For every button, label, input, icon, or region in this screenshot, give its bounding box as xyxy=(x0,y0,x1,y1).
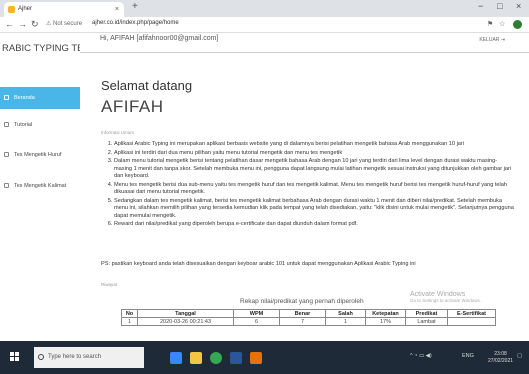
file-explorer-icon[interactable] xyxy=(190,352,202,364)
info-list: Aplikasi Arabic Typing ini merupakan apl… xyxy=(104,141,514,230)
rekap-table: No Tanggal WPM Benar Salah Ketepatan Pre… xyxy=(121,309,496,326)
tab-close-icon[interactable]: × xyxy=(115,2,119,17)
table-cell: 2020-03-26 00:21:43 xyxy=(137,317,234,326)
logout-link[interactable]: KELUAR ⇥ xyxy=(479,37,505,43)
info-item: Menu tes mengetik berisi dua sub-menu ya… xyxy=(114,182,514,197)
back-icon[interactable]: ← xyxy=(5,19,14,29)
taskbar-search-input[interactable]: Type here to search xyxy=(34,347,144,368)
new-tab-button[interactable]: + xyxy=(132,1,138,12)
taskbar-clock[interactable]: 23:08 27/02/2021 xyxy=(488,351,513,365)
column-header: Ketepatan xyxy=(365,309,406,318)
sidebar-item-label: Tes Mengetik Huruf xyxy=(14,152,62,158)
clock-time: 23:08 xyxy=(494,351,507,357)
rekap-title: Rekap nilai/predikat yang pernah diperol… xyxy=(240,298,364,305)
column-header: Salah xyxy=(325,309,366,318)
info-item: Dalam menu tutorial mengetik berisi tent… xyxy=(114,158,514,181)
tray-icons[interactable]: ^ ◔ ▭ ◀) xyxy=(410,353,432,359)
extension-icon[interactable]: ⚑ xyxy=(487,20,493,28)
book-icon xyxy=(4,122,9,127)
username-heading: AFIFAH xyxy=(101,97,164,116)
not-secure-badge[interactable]: ⚠ Not secure xyxy=(46,20,82,27)
forward-icon[interactable]: → xyxy=(18,19,27,29)
column-header: Benar xyxy=(279,309,326,318)
table-cell: 17% xyxy=(365,317,406,326)
window-close-icon[interactable]: × xyxy=(516,1,521,11)
sidebar-item-label: Tes Mengetik Kalimat xyxy=(14,183,67,189)
language-indicator[interactable]: ENG xyxy=(462,353,474,359)
favicon-icon xyxy=(8,6,15,13)
column-header: E-Sertifikat xyxy=(447,309,496,318)
certificate-cell[interactable] xyxy=(447,317,496,326)
top-bar: Hi, AFIFAH [afifahnoor00@gmail.com] KELU… xyxy=(80,33,529,53)
sidebar-item-beranda[interactable]: Beranda xyxy=(0,87,80,109)
sidebar-item-tutorial[interactable]: Tutorial xyxy=(0,117,80,133)
column-header: Tanggal xyxy=(137,309,234,318)
sidebar-item-label: Tutorial xyxy=(14,122,33,128)
chrome-icon[interactable] xyxy=(210,352,222,364)
notification-icon[interactable]: ▢ xyxy=(517,353,522,359)
keyboard-icon xyxy=(4,183,9,188)
sidebar-item-tes-huruf[interactable]: Tes Mengetik Huruf xyxy=(0,147,80,163)
column-header: No xyxy=(121,309,138,318)
keyboard-icon xyxy=(4,152,9,157)
search-placeholder: Type here to search xyxy=(48,354,102,360)
sidebar-item-label: Beranda xyxy=(14,95,35,101)
table-row: 1 2020-03-26 00:21:43 6 7 1 17% Lambat xyxy=(121,317,496,326)
sidebar: RABIC TYPING TEST Beranda Tutorial Tes M… xyxy=(0,33,96,341)
taskbar: Type here to search ^ ◔ ▭ ◀) ENG 23:08 2… xyxy=(0,341,529,374)
task-view-icon[interactable] xyxy=(170,352,182,364)
welcome-heading: Selamat datang xyxy=(101,78,193,93)
address-bar: ← → ↻ ⚠ Not secure ajher.co.id/index.php… xyxy=(0,17,529,33)
home-icon xyxy=(4,95,9,100)
table-cell: 1 xyxy=(121,317,138,326)
watermark-title: Activate Windows xyxy=(410,291,466,298)
info-item: Reward dari nilai/predikat yang diperole… xyxy=(114,221,514,229)
windows-start-icon[interactable] xyxy=(10,352,20,362)
info-label: Informasi Umum xyxy=(101,130,135,135)
word-icon[interactable] xyxy=(230,352,242,364)
browser-tab[interactable]: Ajher × xyxy=(4,2,124,17)
table-cell: 7 xyxy=(279,317,326,326)
activate-windows-watermark: Activate Windows Go to Settings to activ… xyxy=(410,291,481,303)
bookmark-star-icon[interactable]: ☆ xyxy=(499,20,505,28)
profile-avatar[interactable] xyxy=(513,20,522,29)
table-cell: Lambat xyxy=(405,317,448,326)
info-item: Aplikasi Arabic Typing ini merupakan apl… xyxy=(114,141,514,149)
sidebar-item-tes-kalimat[interactable]: Tes Mengetik Kalimat xyxy=(0,178,80,194)
app-icon[interactable] xyxy=(250,352,262,364)
clock-date: 27/02/2021 xyxy=(488,358,514,364)
url-field[interactable]: ajher.co.id/index.php/page/home xyxy=(92,20,179,26)
column-header: WPM xyxy=(233,309,280,318)
ps-note: PS: pastikan keyboard anda telah disesua… xyxy=(101,261,416,267)
browser-tab-bar: Ajher × + − □ × xyxy=(0,0,529,17)
history-label: Riwayat xyxy=(101,282,118,287)
watermark-subtitle: Go to Settings to activate Windows. xyxy=(410,298,482,303)
tab-title: Ajher xyxy=(18,6,33,12)
table-cell: 1 xyxy=(325,317,366,326)
minimize-icon[interactable]: − xyxy=(478,1,483,11)
column-header: Predikat xyxy=(405,309,448,318)
info-item: Sedangkan dalam tes mengetik kalimat, be… xyxy=(114,198,514,221)
main-content: Hi, AFIFAH [afifahnoor00@gmail.com] KELU… xyxy=(80,33,529,341)
reload-icon[interactable]: ↻ xyxy=(31,19,39,30)
maximize-icon[interactable]: □ xyxy=(497,1,502,11)
table-header-row: No Tanggal WPM Benar Salah Ketepatan Pre… xyxy=(121,309,496,318)
search-icon xyxy=(38,354,44,360)
table-cell: 6 xyxy=(233,317,280,326)
user-greeting: Hi, AFIFAH [afifahnoor00@gmail.com] xyxy=(100,35,219,42)
info-item: Aplikasi ini terdiri dari dua menu pilih… xyxy=(114,150,514,158)
